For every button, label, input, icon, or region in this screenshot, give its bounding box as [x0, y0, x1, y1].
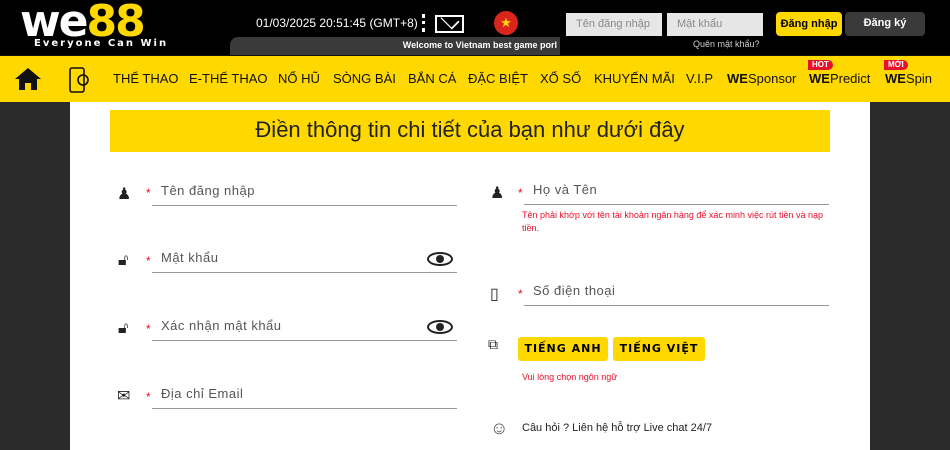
eye-icon[interactable]	[427, 320, 453, 334]
lock-icon: 🔓︎	[118, 252, 129, 269]
nav-song-bai[interactable]: SÒNG BÀI	[333, 71, 396, 86]
nav-ban-ca[interactable]: BẮN CÁ	[408, 71, 456, 86]
username-input[interactable]: Tên đăng nhập	[566, 13, 662, 36]
nav-dac-biet[interactable]: ĐẶC BIỆT	[468, 71, 528, 86]
nav-no-hu[interactable]: NỔ HŨ	[278, 71, 320, 86]
nav-vip[interactable]: V.I.P	[686, 71, 713, 86]
forgot-password-link[interactable]: Quên mật khẩu?	[693, 39, 760, 49]
required-mark: *	[146, 322, 151, 336]
divider-dots	[422, 14, 425, 32]
required-mark: *	[518, 287, 523, 301]
main-nav: THỂ THAO E-THỂ THAO NỔ HŨ SÒNG BÀI BẮN C…	[0, 55, 950, 102]
nav-wespin[interactable]: WESpin	[885, 71, 932, 86]
form-title: Điền thông tin chi tiết của bạn như dưới…	[110, 110, 830, 152]
live-chat-link[interactable]: Câu hỏi ? Liên hệ hỗ trợ Live chat 24/7	[522, 422, 712, 434]
phone-icon: ▯	[490, 286, 499, 303]
fullname-hint: Tên phải khớp với tên tài khoản ngân hàn…	[522, 210, 823, 233]
required-mark: *	[146, 390, 151, 404]
username-field[interactable]: Tên đăng nhập	[152, 180, 457, 206]
login-button[interactable]: Đăng nhập	[776, 12, 842, 36]
english-button[interactable]: TIẾNG ANH	[518, 337, 608, 361]
vietnam-flag-icon[interactable]: ★	[494, 11, 518, 35]
fullname-field[interactable]: Họ và Tên	[524, 179, 829, 205]
register-button[interactable]: Đăng ký	[845, 12, 925, 36]
mobile-app-icon[interactable]	[69, 67, 91, 93]
mail-icon[interactable]	[435, 15, 464, 33]
lock-icon: 🔓︎	[118, 320, 129, 337]
password-field[interactable]: Mật khẩu	[152, 247, 457, 273]
nav-wesponsor[interactable]: WESponsor	[727, 71, 796, 86]
phone-field[interactable]: Số điện thoại	[524, 280, 829, 306]
nav-the-thao[interactable]: THỂ THAO	[113, 71, 179, 86]
password-input[interactable]: Mật khẩu	[667, 13, 763, 36]
nav-khuyen-mai[interactable]: KHUYẾN MÃI	[594, 71, 675, 86]
translate-icon: ⧉	[488, 336, 498, 352]
confirm-password-field[interactable]: Xác nhận mật khẩu	[152, 315, 457, 341]
nav-wepredict[interactable]: WEPredict	[809, 71, 870, 86]
eye-icon[interactable]	[427, 252, 453, 266]
tagline: Everyone Can Win	[34, 38, 169, 49]
person-icon: ♟	[490, 185, 505, 202]
email-field[interactable]: Địa chỉ Email	[152, 383, 457, 409]
nav-xo-so[interactable]: XỔ SỐ	[540, 71, 581, 86]
datetime: 01/03/2025 20:51:45 (GMT+8)	[256, 16, 418, 30]
required-mark: *	[518, 186, 523, 200]
home-icon[interactable]	[14, 67, 42, 91]
envelope-icon: ✉	[117, 388, 131, 405]
required-mark: *	[146, 186, 151, 200]
new-badge: MỚI	[884, 60, 908, 70]
hot-badge: HOT	[808, 60, 833, 70]
welcome-ticker: Welcome to Vietnam best game porl	[230, 37, 560, 55]
user-pin-icon: ♟	[117, 186, 132, 203]
required-mark: *	[146, 254, 151, 268]
nav-e-the-thao[interactable]: E-THỂ THAO	[189, 71, 268, 86]
language-hint: Vui lòng chọn ngôn ngữ	[522, 372, 618, 382]
support-chat-icon: ☺	[490, 418, 509, 438]
vietnamese-button[interactable]: TIẾNG VIỆT	[613, 337, 705, 361]
top-bar: we88 Everyone Can Win 01/03/2025 20:51:4…	[0, 0, 950, 55]
